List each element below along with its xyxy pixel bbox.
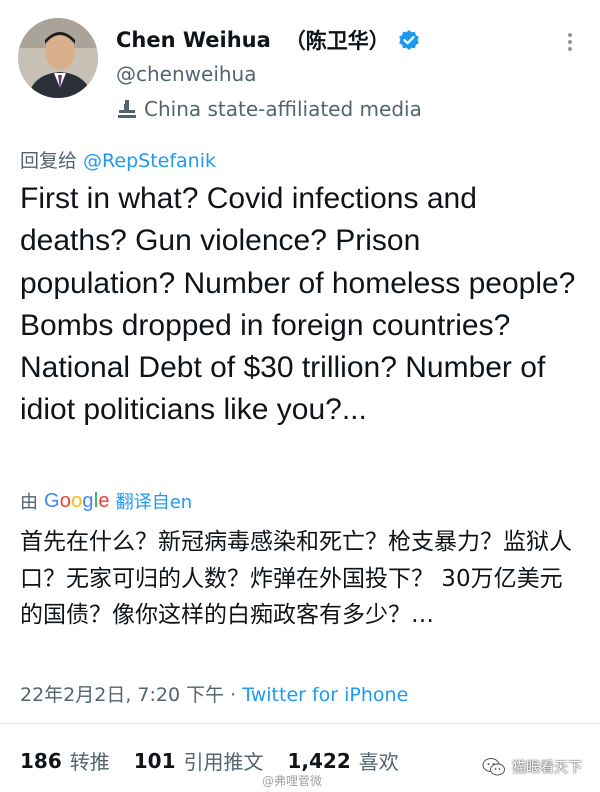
google-letter: G xyxy=(44,489,60,512)
quotes-label: 引用推文 xyxy=(183,750,264,774)
google-letter: g xyxy=(82,489,94,512)
tweet-source-link[interactable]: Twitter for iPhone xyxy=(242,684,408,706)
translated-text: 首先在什么？新冠病毒感染和死亡？枪支暴力？监狱人口？无家可归的人数？炸弹在外国投… xyxy=(20,529,572,628)
translation-by: 由 xyxy=(20,492,38,513)
google-letter: o xyxy=(59,489,72,512)
translated-from-link[interactable]: 翻译自en xyxy=(116,488,192,514)
affiliation-text: China state-affiliated media xyxy=(144,97,422,121)
quotes-count: 101 xyxy=(133,748,176,773)
reply-context: 回复给 @RepStefanik xyxy=(20,146,216,173)
likes-stat[interactable]: 1,422 喜欢 xyxy=(288,746,399,775)
state-media-icon xyxy=(116,98,138,120)
tweet-timestamp[interactable]: 22年2月2日, 7:20 下午 · xyxy=(20,684,242,706)
tweet-text: First in what? Covid infections and deat… xyxy=(20,182,576,427)
google-letter: o xyxy=(71,489,83,512)
quotes-stat[interactable]: 101 引用推文 xyxy=(134,746,264,775)
state-affiliation-label[interactable]: China state-affiliated media xyxy=(116,97,422,121)
divider xyxy=(0,723,600,724)
avatar-image xyxy=(18,18,98,98)
more-options-icon[interactable] xyxy=(560,30,580,54)
reply-mention-link[interactable]: @RepStefanik xyxy=(83,150,216,172)
retweets-label: 转推 xyxy=(69,750,110,774)
retweets-stat[interactable]: 186 转推 xyxy=(20,746,110,775)
watermark-text: 猫眼看天下 xyxy=(512,760,582,776)
tweet-meta: 22年2月2日, 7:20 下午 · Twitter for iPhone xyxy=(20,680,408,707)
engagement-stats: 186 转推 101 引用推文 1,422 喜欢 xyxy=(20,746,399,775)
name-row: Chen Weihua （陈卫华） xyxy=(116,24,420,56)
likes-count: 1,422 xyxy=(287,748,351,773)
google-logo: Google xyxy=(44,490,110,513)
watermark-center: @弗哩菅微 xyxy=(262,774,323,788)
watermark-logo: 猫眼看天下 xyxy=(482,757,582,777)
likes-label: 喜欢 xyxy=(358,750,399,774)
display-name-cjk: （陈卫华） xyxy=(284,29,390,53)
display-name[interactable]: Chen Weihua xyxy=(116,28,271,52)
google-letter: e xyxy=(98,489,110,512)
verified-badge-icon xyxy=(398,29,420,51)
reply-prefix: 回复给 xyxy=(20,150,84,172)
retweets-count: 186 xyxy=(20,748,62,773)
wechat-icon xyxy=(482,757,506,777)
translation-attribution: 由 Google 翻译自en xyxy=(20,488,192,514)
avatar[interactable] xyxy=(18,18,98,98)
user-handle[interactable]: @chenweihua xyxy=(116,62,256,86)
